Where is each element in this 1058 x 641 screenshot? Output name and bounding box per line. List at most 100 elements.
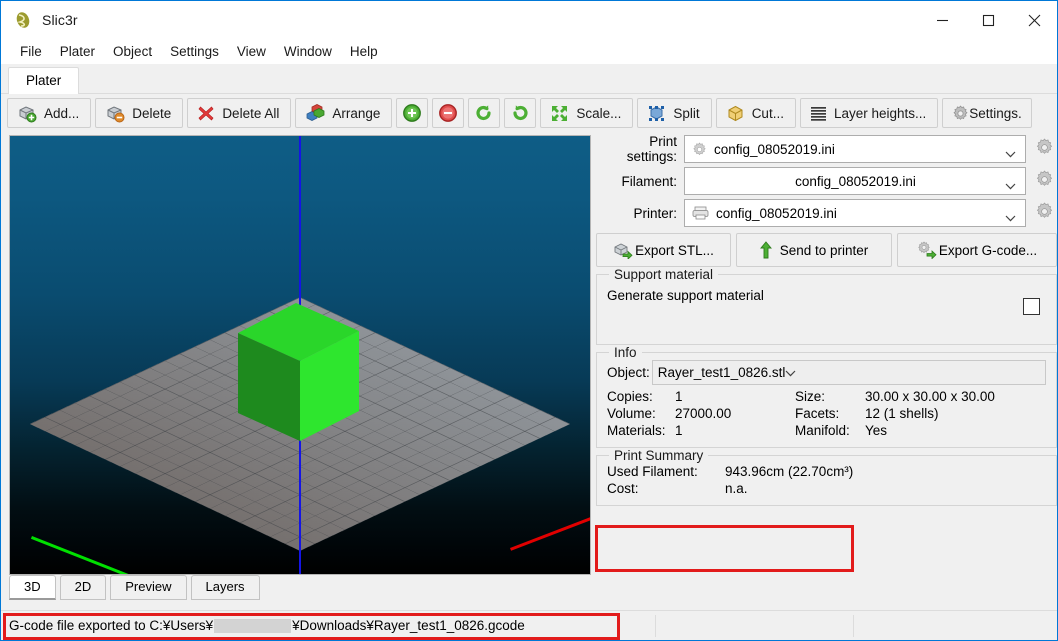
table-row: Copies: 1 Size: 30.00 x 30.00 x 30.00 xyxy=(607,388,1046,405)
menu-item-file[interactable]: File xyxy=(11,42,51,61)
scale-button-label: Scale... xyxy=(576,105,622,121)
print-settings-row: Print settings: config_08052019.ini xyxy=(596,134,1057,164)
info-facets-value: 12 (1 shells) xyxy=(865,406,939,421)
rotate-cw-icon xyxy=(510,103,530,123)
print-summary-table: Used Filament: 943.96cm (22.70cm³) Cost:… xyxy=(607,463,1046,497)
add-button[interactable]: Add... xyxy=(7,98,92,128)
rotate-cw-button[interactable] xyxy=(504,98,537,128)
export-gcode-button[interactable]: Export G-code... xyxy=(897,233,1057,267)
filament-label: Filament: xyxy=(621,173,677,189)
filament-combo[interactable]: config_08052019.ini xyxy=(684,167,1026,195)
status-message-suffix: ¥Downloads¥Rayer_test1_0826.gcode xyxy=(292,618,525,633)
chevron-down-icon[interactable] xyxy=(1005,210,1016,222)
tab-strip: Plater xyxy=(1,64,1057,94)
3d-viewport[interactable] xyxy=(10,136,590,574)
filament-value: config_08052019.ini xyxy=(795,173,916,189)
status-message: G-code file exported to C:¥Users¥ ¥Downlo… xyxy=(5,614,618,637)
object-label: Object: xyxy=(607,365,650,380)
layer-heights-button-label: Layer heights... xyxy=(833,105,927,121)
viewport-tab-preview[interactable]: Preview xyxy=(110,575,187,600)
increase-copies-button[interactable] xyxy=(396,98,429,128)
cut-button[interactable]: Cut... xyxy=(715,98,796,128)
slic3r-logo-icon xyxy=(14,11,32,29)
checkbox-unchecked-icon[interactable] xyxy=(1023,298,1040,315)
scale-button[interactable]: Scale... xyxy=(540,98,634,128)
minimize-icon[interactable] xyxy=(919,1,965,39)
object-value: Rayer_test1_0826.stl xyxy=(657,365,786,380)
print-summary-group: Print Summary Used Filament: 943.96cm (2… xyxy=(596,448,1057,506)
menu-item-window[interactable]: Window xyxy=(275,42,341,61)
chevron-down-icon[interactable] xyxy=(1005,178,1016,190)
viewport-container xyxy=(9,135,591,575)
export-button-row: Export STL... Send to printer Export G-c… xyxy=(596,233,1057,267)
status-message-prefix: G-code file exported to C:¥Users¥ xyxy=(9,618,214,633)
print-summary-legend: Print Summary xyxy=(614,448,704,463)
delete-all-button[interactable]: Delete All xyxy=(187,98,292,128)
send-to-printer-button[interactable]: Send to printer xyxy=(736,233,892,267)
cost-value: n.a. xyxy=(725,481,748,496)
arrange-icon xyxy=(305,103,325,123)
right-panel: Print settings: config_08052019.ini Fila… xyxy=(596,134,1057,610)
settings-button[interactable]: Settings. xyxy=(942,98,1032,128)
info-copies-value: 1 xyxy=(675,389,683,404)
add-button-label: Add... xyxy=(44,105,80,121)
slic3r-window: Slic3r File Plater Object Settings View … xyxy=(0,0,1058,641)
maximize-icon[interactable] xyxy=(965,1,1011,39)
viewport-tab-3d[interactable]: 3D xyxy=(9,575,56,600)
tab-plater[interactable]: Plater xyxy=(8,67,80,94)
info-manifold-label: Manifold: xyxy=(795,423,850,438)
menu-item-help[interactable]: Help xyxy=(341,42,387,61)
menu-item-object[interactable]: Object xyxy=(104,42,161,61)
used-filament-label: Used Filament: xyxy=(607,464,698,479)
filament-gear-button[interactable] xyxy=(1031,168,1057,194)
printer-icon xyxy=(692,206,709,220)
decrease-copies-icon xyxy=(438,103,458,123)
support-material-legend: Support material xyxy=(614,267,714,282)
info-group: Info Object: Rayer_test1_0826.stl Copies… xyxy=(596,345,1057,448)
print-settings-value: config_08052019.ini xyxy=(714,141,835,157)
upload-arrow-icon xyxy=(759,241,772,259)
model-cube[interactable] xyxy=(234,301,374,451)
printer-combo[interactable]: config_08052019.ini xyxy=(684,199,1026,227)
arrange-button-label: Arrange xyxy=(332,105,381,121)
cut-icon xyxy=(726,104,745,123)
support-material-group: Support material Generate support materi… xyxy=(596,267,1057,345)
split-button[interactable]: Split xyxy=(637,98,712,128)
info-volume-value: 27000.00 xyxy=(675,406,732,421)
info-materials-label: Materials: xyxy=(607,423,666,438)
info-volume-label: Volume: xyxy=(607,406,656,421)
chevron-down-icon[interactable] xyxy=(1005,146,1016,158)
info-legend: Info xyxy=(614,345,637,360)
delete-object-icon xyxy=(105,103,125,123)
table-row: Cost: n.a. xyxy=(607,480,1046,497)
delete-button[interactable]: Delete xyxy=(95,98,184,128)
layer-heights-button[interactable]: Layer heights... xyxy=(799,98,939,128)
viewport-tab-layers[interactable]: Layers xyxy=(190,575,260,600)
delete-button-label: Delete xyxy=(132,105,172,121)
printer-gear-button[interactable] xyxy=(1031,200,1057,226)
viewport-tab-2d[interactable]: 2D xyxy=(59,575,107,600)
table-row: Materials: 1 Manifold: Yes xyxy=(607,422,1046,439)
export-gcode-label: Export G-code... xyxy=(938,242,1038,258)
arrange-button[interactable]: Arrange xyxy=(295,98,393,128)
menu-item-view[interactable]: View xyxy=(228,42,275,61)
export-stl-button[interactable]: Export STL... xyxy=(596,233,731,267)
menu-item-plater[interactable]: Plater xyxy=(51,42,104,61)
layer-heights-icon xyxy=(810,105,827,122)
decrease-copies-button[interactable] xyxy=(432,98,465,128)
gear-icon xyxy=(1035,170,1054,192)
close-icon[interactable] xyxy=(1011,1,1057,39)
cut-button-label: Cut... xyxy=(751,105,784,121)
object-combo[interactable]: Rayer_test1_0826.stl xyxy=(651,360,1046,385)
print-settings-combo[interactable]: config_08052019.ini xyxy=(684,135,1026,163)
window-controls xyxy=(919,1,1057,39)
chevron-down-icon[interactable] xyxy=(785,365,796,380)
print-settings-gear-button[interactable] xyxy=(1031,136,1057,162)
generate-support-label: Generate support material xyxy=(607,288,764,303)
rotate-ccw-button[interactable] xyxy=(468,98,501,128)
export-stl-label: Export STL... xyxy=(635,242,714,258)
object-row: Object: Rayer_test1_0826.stl xyxy=(607,360,1046,385)
increase-copies-icon xyxy=(402,103,422,123)
info-size-label: Size: xyxy=(795,389,826,404)
menu-item-settings[interactable]: Settings xyxy=(161,42,228,61)
